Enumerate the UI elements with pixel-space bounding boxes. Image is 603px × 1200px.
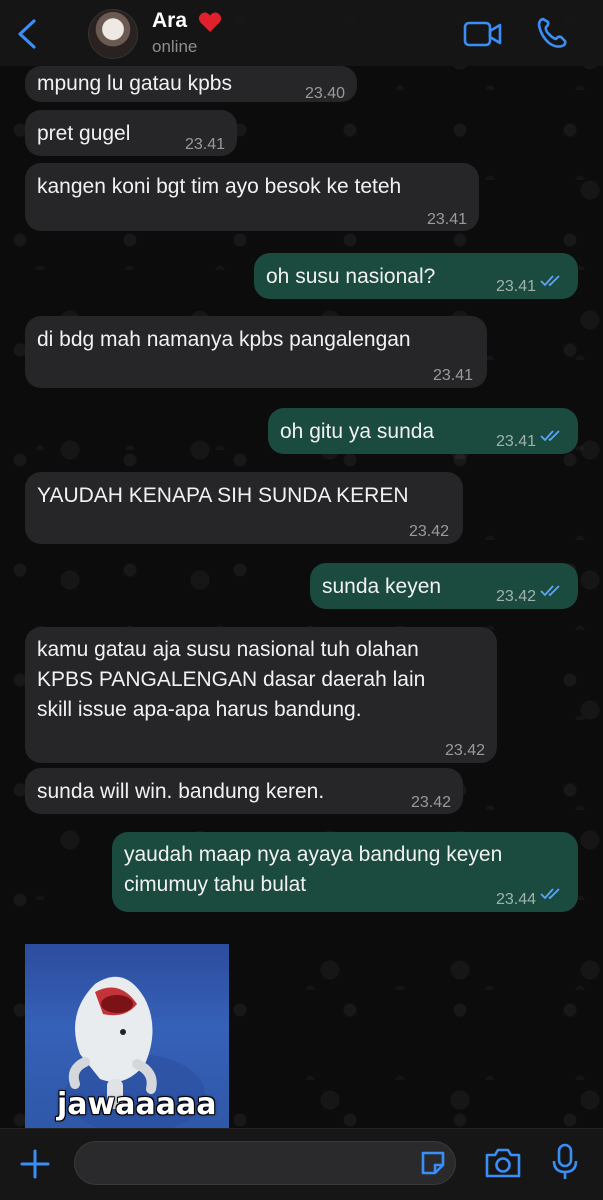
message-time: 23.41 — [495, 433, 536, 450]
message-time: 23.41 — [426, 211, 467, 228]
message-time: 23.44 — [495, 891, 536, 908]
message-time: 23.41 — [432, 367, 473, 384]
message-text: YAUDAH KENAPA SIH SUNDA KEREN — [37, 484, 409, 507]
message-input[interactable] — [74, 1141, 456, 1185]
avatar[interactable] — [88, 9, 138, 59]
microphone-icon[interactable] — [552, 1143, 578, 1181]
message-text-line: kamu gatau aja susu nasional tuh olahan — [37, 638, 419, 661]
message-bubble-incoming[interactable]: pret gugel 23.41 — [25, 110, 237, 156]
sticker-message[interactable]: jawaaaaa — [25, 944, 229, 1128]
message-text-line: yaudah maap nya ayaya bandung keyen — [124, 843, 503, 866]
message-text: sunda keyen — [322, 575, 442, 598]
chat-input-bar — [0, 1128, 603, 1200]
message-bubble-outgoing[interactable]: oh susu nasional? 23.41 — [254, 253, 578, 299]
message-text: kangen koni bgt tim ayo besok ke teteh — [37, 175, 402, 198]
read-receipt-icon — [540, 275, 560, 287]
message-text: sunda will win. bandung keren. — [37, 780, 325, 803]
message-bubble-incoming[interactable]: sunda will win. bandung keren. 23.42 — [25, 768, 463, 814]
read-receipt-icon — [540, 430, 560, 442]
message-text: di bdg mah namanya kpbs pangalengan — [37, 328, 411, 351]
message-bubble-outgoing[interactable]: sunda keyen 23.42 — [310, 563, 578, 609]
chat-header: Ara online — [0, 0, 603, 66]
message-bubble-outgoing[interactable]: oh gitu ya sunda 23.41 — [268, 408, 578, 454]
plus-icon[interactable] — [18, 1147, 52, 1181]
read-receipt-icon — [540, 585, 560, 597]
message-text: pret gugel — [37, 122, 131, 145]
message-bubble-incoming[interactable]: YAUDAH KENAPA SIH SUNDA KEREN 23.42 — [25, 472, 463, 544]
message-text: oh gitu ya sunda — [280, 420, 435, 443]
message-time: 23.42 — [495, 588, 536, 605]
message-text-line: skill issue apa-apa harus bandung. — [37, 698, 362, 721]
sticker-caption: jawaaaaa — [57, 1087, 217, 1122]
message-time: 23.40 — [304, 85, 345, 102]
video-camera-icon[interactable] — [463, 19, 503, 49]
message-bubble-incoming[interactable]: mpung lu gatau kpbs 23.40 — [25, 66, 357, 102]
red-heart-icon — [198, 12, 222, 33]
read-receipt-icon — [540, 888, 560, 900]
message-bubble-incoming[interactable]: kamu gatau aja susu nasional tuh olahan … — [25, 627, 497, 763]
message-text: mpung lu gatau kpbs — [37, 72, 232, 95]
phone-icon[interactable] — [535, 16, 569, 50]
contact-status: online — [152, 37, 198, 56]
sticker-icon[interactable] — [419, 1149, 447, 1177]
message-text-line: KPBS PANGALENGAN dasar daerah lain — [37, 668, 426, 691]
message-list[interactable]: mpung lu gatau kpbs 23.40 pret gugel 23.… — [0, 0, 603, 1200]
message-time: 23.42 — [408, 523, 449, 540]
camera-icon[interactable] — [484, 1147, 522, 1179]
chevron-left-icon[interactable] — [14, 18, 40, 50]
message-bubble-outgoing[interactable]: yaudah maap nya ayaya bandung keyen cimu… — [112, 832, 578, 912]
message-bubble-incoming[interactable]: kangen koni bgt tim ayo besok ke teteh 2… — [25, 163, 479, 231]
message-time: 23.41 — [184, 136, 225, 153]
message-time: 23.41 — [495, 278, 536, 295]
message-bubble-incoming[interactable]: di bdg mah namanya kpbs pangalengan 23.4… — [25, 316, 487, 388]
message-text: oh susu nasional? — [266, 265, 436, 288]
message-time: 23.42 — [444, 742, 485, 759]
contact-name[interactable]: Ara — [152, 9, 187, 33]
message-time: 23.42 — [410, 794, 451, 811]
